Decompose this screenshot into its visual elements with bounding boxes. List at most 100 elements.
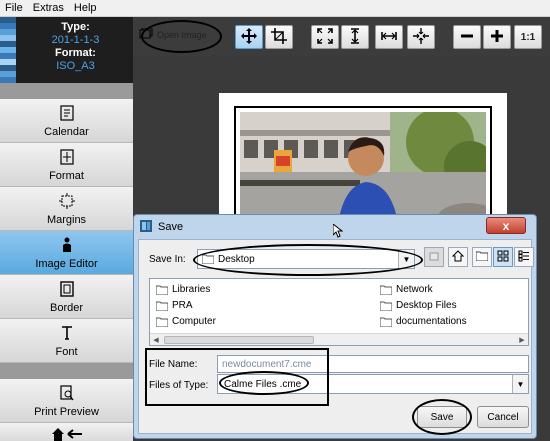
minus-icon (459, 28, 475, 47)
list-view-icon (497, 250, 509, 265)
plus-icon (489, 28, 505, 47)
sidebar-item-label: Border (49, 302, 84, 314)
format-icon (59, 147, 74, 167)
menu-help[interactable]: Help (69, 2, 102, 14)
list-item[interactable]: PRA (156, 300, 193, 311)
menu-file[interactable]: File (0, 2, 28, 14)
list-item[interactable]: documentations (380, 316, 467, 327)
list-item[interactable]: Desktop Files (380, 300, 457, 311)
toolbar: Open Image 1:1 (133, 17, 550, 56)
scroll-left-icon[interactable]: ◀ (150, 334, 162, 345)
file-name-field[interactable]: newdocument7.cme (217, 355, 529, 373)
type-label: Type: (61, 21, 90, 33)
dialog-body: Save In: Desktop ▼ Libraries Network PRA… (138, 239, 534, 435)
sidebar-item-format[interactable]: Format (0, 143, 133, 187)
move-arrows-icon (241, 27, 257, 47)
horizontal-scrollbar[interactable]: ◀ ▶ (150, 333, 528, 345)
save-dialog: Save x Save In: Desktop ▼ Libraries Netw… (133, 214, 537, 439)
sidebar-item-print-preview[interactable]: Print Preview (0, 379, 133, 423)
list-view-button[interactable] (493, 247, 513, 267)
menu-extras[interactable]: Extras (28, 2, 69, 14)
sidebar-item-label: Font (55, 346, 78, 358)
details-view-icon (518, 250, 530, 265)
new-folder-button[interactable] (472, 247, 492, 267)
details-view-button[interactable] (514, 247, 534, 267)
sidebar-item-back[interactable] (0, 423, 133, 441)
file-name: Libraries (172, 284, 211, 295)
files-of-type-select[interactable]: Calme Files .cme ▼ (217, 374, 529, 394)
sidebar-item-border[interactable]: Border (0, 275, 133, 319)
close-button[interactable]: x (486, 217, 526, 234)
folder-icon (380, 301, 392, 311)
fit-width-button[interactable] (375, 25, 403, 49)
move-tool-button[interactable] (235, 25, 263, 49)
margins-icon (58, 191, 75, 211)
file-name-label: File Name: (149, 359, 198, 370)
up-folder-icon (429, 251, 439, 264)
expand-icon (317, 27, 333, 47)
sidebar-item-label: Format (49, 170, 84, 182)
menu-bar: File Extras Help (0, 0, 550, 17)
chevron-down-icon: ▼ (512, 375, 528, 393)
save-button[interactable]: Save (417, 406, 467, 428)
zoom-one-to-one-button[interactable]: 1:1 (514, 25, 542, 49)
up-folder-button[interactable] (424, 247, 444, 267)
image-editor-icon (61, 235, 73, 255)
zoom-in-button[interactable] (483, 25, 511, 49)
sidebar-item-label: Image Editor (35, 258, 98, 270)
center-arrows-icon (413, 27, 429, 47)
sidebar-item-image-editor[interactable]: Image Editor (0, 231, 133, 275)
folder-icon (380, 317, 392, 327)
home-back-icon (50, 424, 84, 441)
font-icon (60, 323, 74, 343)
file-list: Libraries Network PRA Desktop Files Comp… (149, 278, 529, 346)
open-image-button[interactable]: Open Image (157, 30, 207, 40)
print-preview-icon (59, 383, 74, 403)
vertical-fit-icon (347, 27, 363, 47)
sidebar-item-margins[interactable]: Margins (0, 187, 133, 231)
list-item[interactable]: Computer (156, 316, 216, 327)
folder-icon (156, 285, 168, 295)
file-name: Network (396, 284, 433, 295)
border-icon (59, 279, 74, 299)
folder-icon (380, 285, 392, 295)
scrollbar-thumb[interactable] (164, 336, 314, 344)
list-item[interactable]: Libraries (156, 284, 210, 295)
chevron-down-icon: ▼ (398, 250, 414, 268)
format-value: ISO_A3 (56, 60, 95, 72)
center-button[interactable] (407, 25, 435, 49)
sidebar-item-calendar[interactable]: Calendar (0, 99, 133, 143)
zoom-out-button[interactable] (453, 25, 481, 49)
scroll-right-icon[interactable]: ▶ (516, 334, 528, 345)
color-strip (0, 17, 16, 83)
file-name: Computer (172, 316, 216, 327)
new-folder-icon (475, 251, 489, 264)
cancel-button[interactable]: Cancel (477, 406, 529, 428)
document-info-panel: Type: 201-1-1-3 Format: ISO_A3 (0, 17, 133, 83)
file-name: documentations (396, 316, 467, 327)
files-of-type-value: Calme Files .cme (224, 378, 302, 390)
sidebar-item-font[interactable]: Font (0, 319, 133, 363)
sidebar: Calendar Format Margins Image Editor Bor… (0, 83, 133, 441)
calendar-icon (59, 103, 74, 123)
fit-page-button[interactable] (311, 25, 339, 49)
format-label: Format: (55, 47, 96, 59)
dialog-title: Save (158, 221, 184, 233)
save-in-select[interactable]: Desktop ▼ (197, 249, 415, 269)
crop-tool-button[interactable] (265, 25, 293, 49)
sidebar-item-label: Margins (46, 214, 87, 226)
horizontal-fit-icon (381, 28, 397, 47)
open-image-icon (139, 27, 153, 43)
mouse-cursor-icon (332, 222, 344, 241)
home-icon (451, 249, 465, 265)
save-in-label: Save In: (149, 254, 186, 265)
fit-height-button[interactable] (341, 25, 369, 49)
sidebar-spacer (0, 83, 133, 99)
folder-icon (156, 301, 168, 311)
home-button[interactable] (448, 247, 468, 267)
app-icon (140, 219, 152, 235)
list-item[interactable]: Network (380, 284, 433, 295)
crop-icon (271, 27, 287, 47)
file-name: PRA (172, 300, 193, 311)
file-name: Desktop Files (396, 300, 457, 311)
